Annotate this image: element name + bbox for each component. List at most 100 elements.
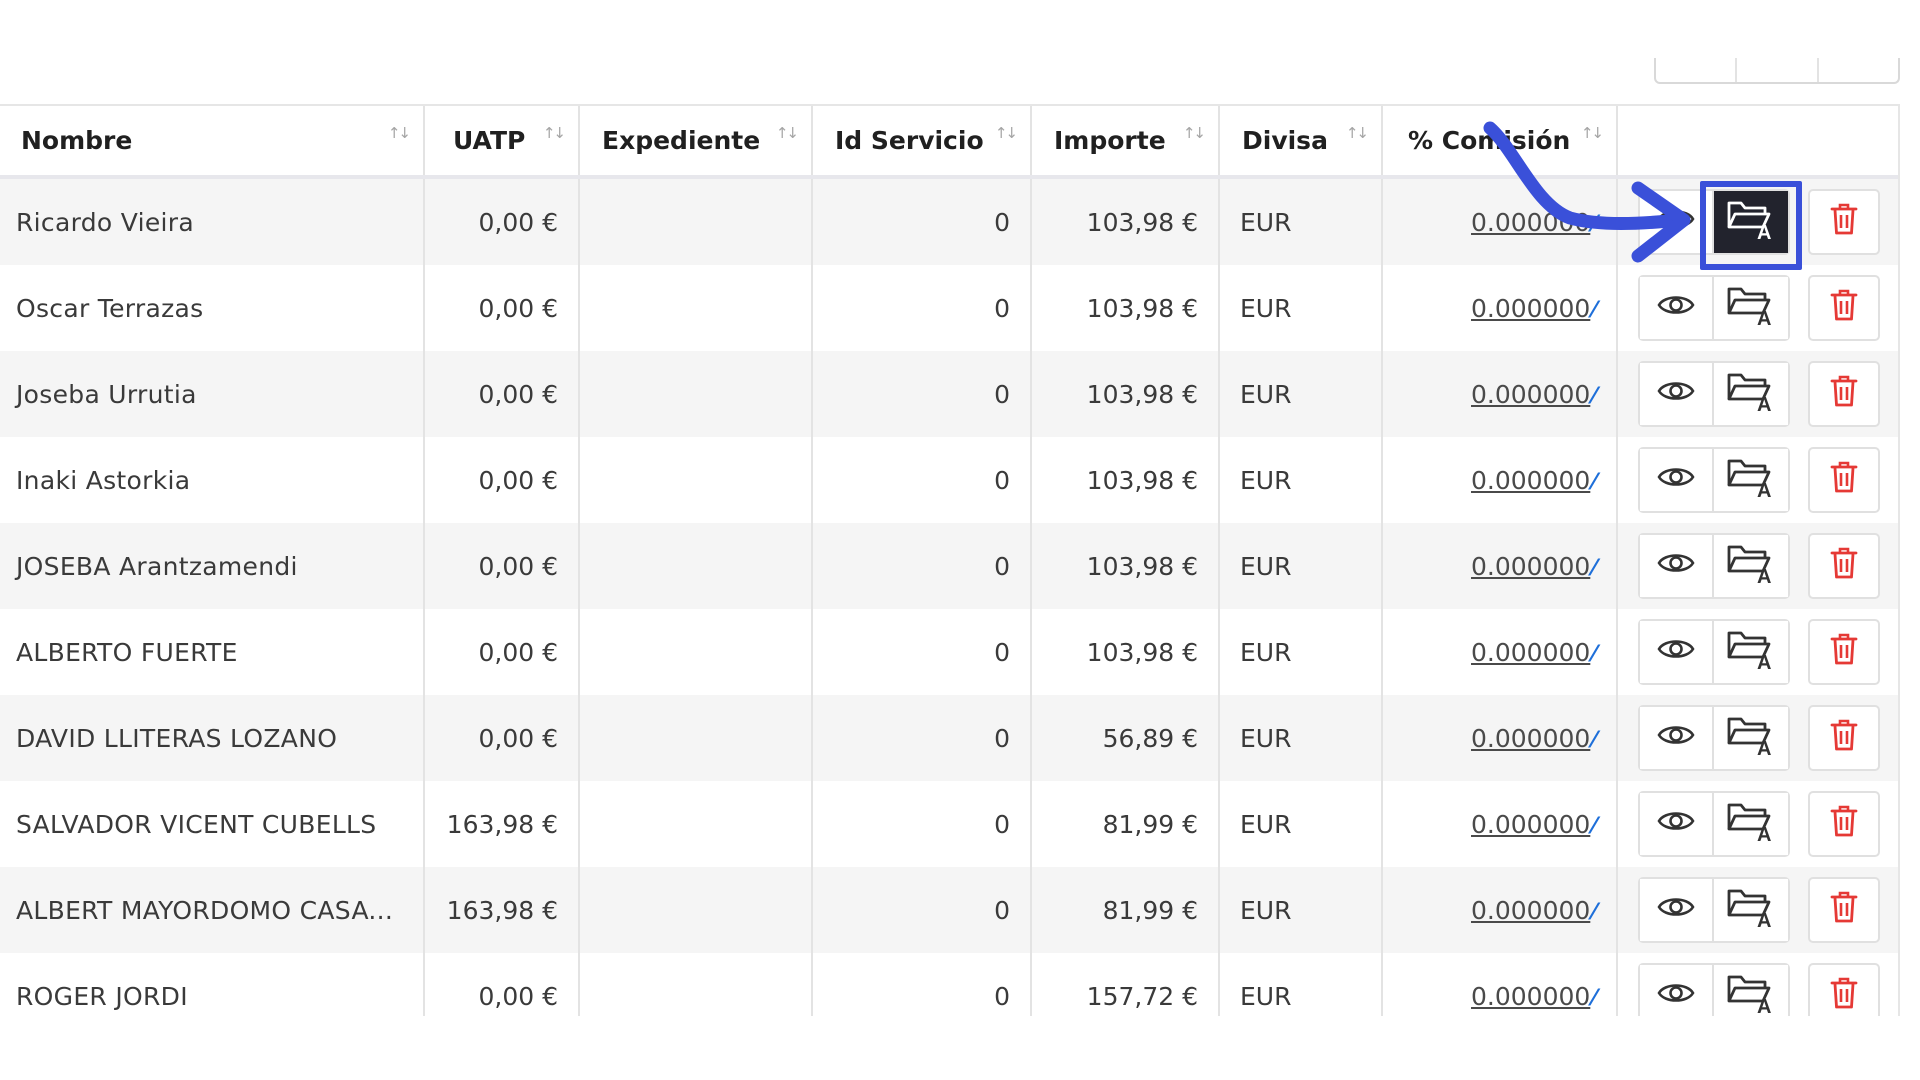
- view-button[interactable]: [1640, 191, 1712, 253]
- svg-text:A: A: [1757, 394, 1771, 413]
- comision-link[interactable]: 0.000000: [1471, 638, 1590, 667]
- comision-link[interactable]: 0.000000: [1471, 896, 1590, 925]
- edit-pencil-icon[interactable]: ⁄: [1592, 470, 1596, 495]
- assign-folder-button[interactable]: A: [1712, 277, 1788, 339]
- comision-link[interactable]: 0.000000: [1471, 724, 1590, 753]
- view-button[interactable]: [1640, 965, 1712, 1016]
- column-header-expediente[interactable]: Expediente ↑↓: [579, 106, 813, 179]
- assign-folder-button[interactable]: A: [1712, 965, 1788, 1016]
- view-button[interactable]: [1640, 879, 1712, 941]
- edit-pencil-icon[interactable]: ⁄: [1592, 298, 1596, 323]
- delete-button[interactable]: [1808, 361, 1880, 427]
- table-row[interactable]: ALBERTO FUERTE 0,00 €0 103,98 € EUR 0.000000…: [0, 609, 1898, 695]
- toolbar-segment[interactable]: [1656, 58, 1738, 82]
- toolbar-segment[interactable]: [1819, 58, 1898, 82]
- cell-expediente: [579, 177, 813, 265]
- cell-divisa: EUR: [1219, 177, 1383, 265]
- cell-divisa: EUR: [1219, 351, 1383, 437]
- table-body: Ricardo Vieira 0,00 €0 103,98 € EUR 0.000000…: [0, 177, 1898, 1016]
- table-row[interactable]: Joseba Urrutia 0,00 €0 103,98 € EUR 0.000000…: [0, 351, 1898, 437]
- column-header-uatp[interactable]: UATP ↑↓: [424, 106, 580, 179]
- svg-text:A: A: [1757, 308, 1771, 327]
- top-toolbar-partial[interactable]: [1654, 58, 1900, 84]
- table-row[interactable]: ROGER JORDI 0,00 €0 157,72 € EUR 0.000000⁄ A: [0, 953, 1898, 1016]
- comision-link[interactable]: 0.000000: [1471, 466, 1590, 495]
- edit-pencil-icon[interactable]: ⁄: [1592, 642, 1596, 667]
- delete-button[interactable]: [1808, 275, 1880, 341]
- view-button[interactable]: [1640, 707, 1712, 769]
- comision-link[interactable]: 0.000000: [1471, 294, 1590, 323]
- delete-button[interactable]: [1808, 963, 1880, 1016]
- comision-link[interactable]: 0.000000: [1471, 810, 1590, 839]
- assign-folder-button[interactable]: A: [1712, 535, 1788, 597]
- comision-link[interactable]: 0.000000: [1471, 208, 1590, 237]
- edit-pencil-icon[interactable]: ⁄: [1592, 900, 1596, 925]
- sort-icon[interactable]: ↑↓: [1346, 124, 1369, 142]
- column-header-divisa[interactable]: Divisa ↑↓: [1219, 106, 1383, 179]
- cell-importe: 157,72 €: [1031, 953, 1220, 1016]
- assign-folder-button[interactable]: A: [1712, 793, 1788, 855]
- table-row[interactable]: Ricardo Vieira 0,00 €0 103,98 € EUR 0.000000…: [0, 177, 1898, 265]
- table-row[interactable]: ALBERT MAYORDOMO CASA... 163,98 € 0 81,99 €…: [0, 867, 1898, 953]
- delete-button[interactable]: [1808, 705, 1880, 771]
- cell-actions: A: [1617, 695, 1898, 781]
- delete-button[interactable]: [1808, 533, 1880, 599]
- cell-uatp: 0,00 €: [424, 351, 580, 437]
- trash-icon: [1829, 718, 1859, 758]
- assign-folder-button[interactable]: A: [1712, 449, 1788, 511]
- cell-divisa: EUR: [1219, 867, 1383, 953]
- edit-pencil-icon[interactable]: ⁄: [1592, 384, 1596, 409]
- column-header-nombre[interactable]: Nombre ↑↓: [0, 106, 425, 179]
- assign-folder-button[interactable]: A: [1712, 363, 1788, 425]
- assign-folder-button[interactable]: A: [1712, 879, 1788, 941]
- cell-nombre: JOSEBA Arantzamendi: [0, 523, 425, 609]
- table-row[interactable]: DAVID LLITERAS LOZANO 0,00 €0 56,89 € EUR 0.…: [0, 695, 1898, 781]
- comision-link[interactable]: 0.000000: [1471, 982, 1590, 1011]
- view-button[interactable]: [1640, 621, 1712, 683]
- edit-pencil-icon[interactable]: ⁄: [1592, 986, 1596, 1011]
- view-button[interactable]: [1640, 277, 1712, 339]
- view-button[interactable]: [1640, 535, 1712, 597]
- cell-comision: 0.000000⁄: [1382, 609, 1618, 695]
- sort-icon[interactable]: ↑↓: [388, 124, 411, 142]
- edit-pencil-icon[interactable]: ⁄: [1592, 814, 1596, 839]
- table-row[interactable]: Inaki Astorkia 0,00 €0 103,98 € EUR 0.000000…: [0, 437, 1898, 523]
- sort-icon[interactable]: ↑↓: [776, 124, 799, 142]
- view-button[interactable]: [1640, 449, 1712, 511]
- column-header-comision[interactable]: % Comisión ↑↓: [1382, 106, 1618, 179]
- view-button[interactable]: [1640, 793, 1712, 855]
- eye-icon: [1656, 893, 1696, 927]
- assign-folder-button[interactable]: A: [1712, 621, 1788, 683]
- delete-button[interactable]: [1808, 619, 1880, 685]
- comision-link[interactable]: 0.000000: [1471, 380, 1590, 409]
- delete-button[interactable]: [1808, 189, 1880, 255]
- view-assign-button-group: A: [1638, 877, 1790, 943]
- column-header-importe[interactable]: Importe ↑↓: [1031, 106, 1220, 179]
- assign-folder-button[interactable]: A: [1712, 191, 1788, 253]
- sort-icon[interactable]: ↑↓: [1183, 124, 1206, 142]
- sort-icon[interactable]: ↑↓: [995, 124, 1018, 142]
- edit-pencil-icon[interactable]: ⁄: [1592, 212, 1596, 237]
- column-header-id-servicio[interactable]: Id Servicio ↑↓: [812, 106, 1032, 179]
- table-row[interactable]: Oscar Terrazas 0,00 €0 103,98 € EUR 0.000000…: [0, 265, 1898, 351]
- comision-link[interactable]: 0.000000: [1471, 552, 1590, 581]
- cell-nombre: ALBERTO FUERTE: [0, 609, 425, 695]
- delete-button[interactable]: [1808, 447, 1880, 513]
- toolbar-segment[interactable]: [1737, 58, 1819, 82]
- eye-icon: [1656, 549, 1696, 583]
- edit-pencil-icon[interactable]: ⁄: [1592, 556, 1596, 581]
- cell-uatp: 0,00 €: [424, 437, 580, 523]
- edit-pencil-icon[interactable]: ⁄: [1592, 728, 1596, 753]
- cell-importe: 81,99 €: [1031, 781, 1220, 867]
- table-row[interactable]: JOSEBA Arantzamendi 0,00 €0 103,98 € EUR 0.0…: [0, 523, 1898, 609]
- cell-expediente: [579, 523, 813, 609]
- delete-button[interactable]: [1808, 877, 1880, 943]
- eye-icon: [1656, 979, 1696, 1013]
- cell-importe: 103,98 €: [1031, 265, 1220, 351]
- table-row[interactable]: SALVADOR VICENT CUBELLS 163,98 € 0 81,99 € E…: [0, 781, 1898, 867]
- view-button[interactable]: [1640, 363, 1712, 425]
- sort-icon[interactable]: ↑↓: [1581, 124, 1604, 142]
- sort-icon[interactable]: ↑↓: [543, 124, 566, 142]
- delete-button[interactable]: [1808, 791, 1880, 857]
- assign-folder-button[interactable]: A: [1712, 707, 1788, 769]
